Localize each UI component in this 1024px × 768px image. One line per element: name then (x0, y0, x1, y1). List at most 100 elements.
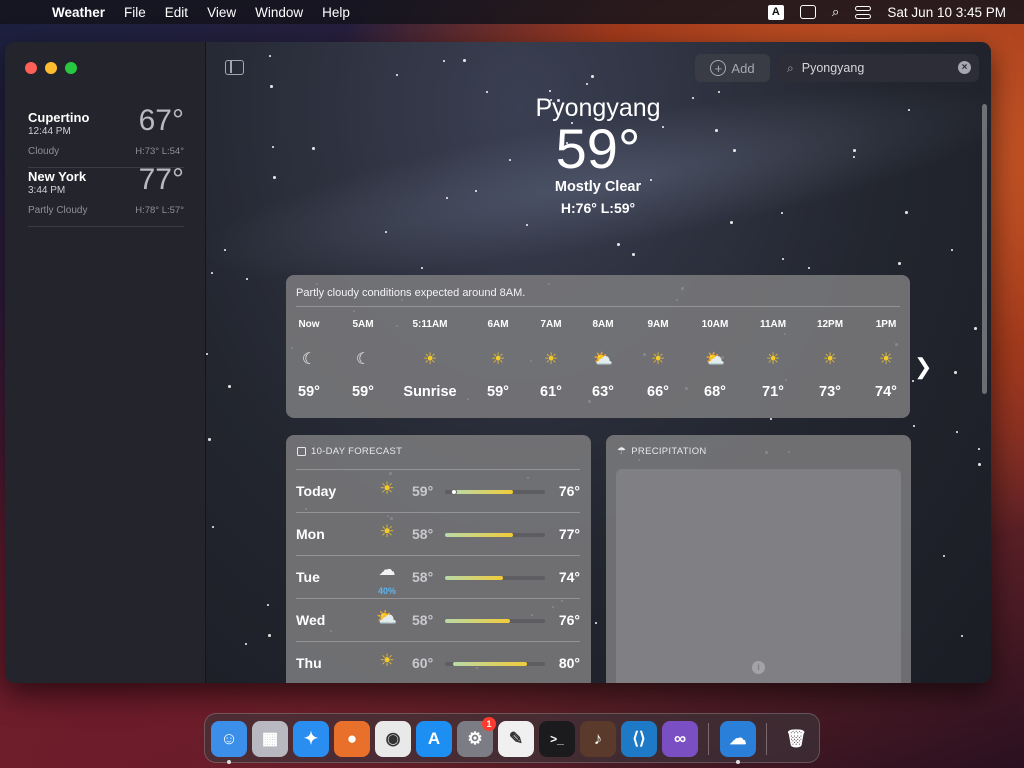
hourly-temp: 59° (352, 384, 374, 400)
precipitation-map[interactable] (616, 469, 901, 683)
hourly-time: 1PM (875, 319, 897, 330)
star (905, 211, 908, 214)
system-settings-icon[interactable]: ⚙ 1 (457, 717, 496, 757)
star (908, 109, 910, 111)
weather-icon[interactable]: ☁ (720, 721, 756, 757)
scroll-right-chevron-icon[interactable]: ❯ (914, 354, 932, 380)
hourly-temp: 59° (487, 384, 509, 400)
window-controls (25, 62, 77, 74)
add-location-button[interactable]: + Add (695, 54, 770, 82)
app-store-icon[interactable]: A (416, 721, 452, 757)
control-center-icon[interactable] (855, 5, 872, 19)
textedit-icon[interactable]: ✎ (498, 721, 534, 757)
hourly-temp: 59° (298, 384, 320, 400)
garageband-icon[interactable]: ♪ (580, 721, 616, 757)
clear-search-icon[interactable]: × (958, 61, 971, 74)
star (782, 258, 784, 260)
chrome-icon[interactable]: ◉ (375, 721, 411, 757)
menu-window[interactable]: Window (255, 5, 303, 20)
vscode-icon[interactable]: ⟨⟩ (621, 721, 657, 757)
forecast-row[interactable]: Wed ⛅ 58° 76° (296, 598, 580, 641)
ten-day-forecast-card[interactable]: 10-DAY FORECAST Today ☀ 59° 76° Mon ☀ 58° 77° Tu… (286, 435, 591, 683)
location-hilo: H:78° L:57° (135, 205, 184, 216)
star (943, 555, 945, 557)
safari-icon[interactable]: ✦ (293, 721, 329, 757)
hourly-forecast-card[interactable]: Partly cloudy conditions expected around… (286, 275, 910, 418)
current-conditions: Pyongyang 59° Mostly Clear H:76° L:59° (496, 94, 700, 216)
star (770, 418, 772, 420)
sidebar: Cupertino 12:44 PM 67° Cloudy H:73° L:54… (5, 42, 206, 683)
hourly-temp: 74° (875, 384, 897, 400)
hourly-item: 12PM ☀ 73° (800, 319, 860, 400)
temp-range-bar (445, 619, 545, 623)
star (733, 149, 736, 152)
forecast-low: 58° (412, 526, 434, 542)
menu-file[interactable]: File (124, 5, 146, 20)
forecast-row[interactable]: Tue ☁ 40% 58° 74° (296, 555, 580, 598)
running-indicator (736, 760, 740, 764)
sun-icon-glyph: ☀ (543, 351, 559, 368)
finder-icon[interactable]: ☺ (211, 721, 247, 757)
star (853, 156, 855, 158)
spotlight-search-icon[interactable]: ⌕ (832, 4, 840, 20)
forecast-day: Thu (296, 655, 322, 671)
search-input[interactable]: Pyongyang (802, 61, 865, 75)
sun-icon-glyph: ☀ (379, 479, 395, 498)
star (586, 83, 588, 85)
star (475, 190, 477, 192)
star (443, 60, 445, 62)
firefox-icon[interactable]: ● (334, 721, 370, 757)
star (212, 526, 214, 528)
location-temp: 77° (138, 163, 184, 196)
menu-app-name[interactable]: Weather (52, 5, 105, 20)
terminal-icon[interactable]: >_ (539, 721, 575, 757)
scrollbar[interactable] (982, 104, 987, 394)
location-item-cupertino[interactable]: Cupertino 12:44 PM 67° Cloudy H:73° L:54… (28, 104, 184, 168)
star (396, 74, 398, 76)
menu-clock[interactable]: Sat Jun 10 3:45 PM (887, 5, 1006, 20)
star (208, 438, 211, 441)
sun-icon-glyph: ☀ (379, 651, 395, 670)
star (913, 425, 915, 427)
hourly-time: 12PM (816, 319, 844, 330)
hourly-item: 7AM ☀ 61° (521, 319, 581, 400)
hourly-temp: 66° (647, 384, 669, 400)
star (853, 149, 856, 152)
sun-icon-glyph: ☀ (379, 522, 395, 541)
dock: ☺ ▦ ✦ ● ◉ A ⚙ 1 ✎ >_ ♪ ⟨⟩ ∞ ☁ 🗑 (204, 713, 820, 764)
star (486, 91, 488, 93)
menu-edit[interactable]: Edit (165, 5, 188, 20)
visual-studio-icon[interactable]: ∞ (662, 721, 698, 757)
menu-help[interactable]: Help (322, 5, 350, 20)
location-item-new-york[interactable]: New York 3:44 PM 77° Partly Cloudy H:78°… (28, 163, 184, 227)
forecast-row[interactable]: Thu ☀ 60° 80° (296, 641, 580, 683)
close-window-button[interactable] (25, 62, 37, 74)
hourly-time: 5:11AM (412, 319, 448, 330)
screen-mirroring-icon[interactable] (799, 5, 816, 19)
star (446, 197, 448, 199)
precipitation-card[interactable]: ☂ PRECIPITATION i (606, 435, 911, 683)
fullscreen-window-button[interactable] (65, 62, 77, 74)
menu-bar: Weather File Edit View Window Help A ⌕ S… (0, 0, 1024, 24)
hourly-temp: Sunrise (403, 384, 457, 400)
sidebar-toggle-icon[interactable] (225, 60, 244, 75)
forecast-high: 76° (558, 612, 580, 628)
moon-icon-glyph: ☾ (301, 351, 317, 368)
hourly-time: 9AM (647, 319, 669, 330)
search-field[interactable]: ⌕ Pyongyang × (778, 54, 979, 82)
forecast-row[interactable]: Mon ☀ 58° 77° (296, 512, 580, 555)
launchpad-icon[interactable]: ▦ (252, 721, 288, 757)
moon-icon-glyph: ☾ (355, 351, 371, 368)
current-condition: Mostly Clear (554, 179, 642, 195)
menu-view[interactable]: View (207, 5, 236, 20)
input-source-icon[interactable]: A (767, 4, 784, 20)
add-label: Add (731, 60, 755, 76)
sunrise-icon-glyph: ☀ (422, 351, 438, 368)
star (961, 635, 963, 637)
star (211, 272, 213, 274)
forecast-low: 60° (412, 655, 434, 671)
info-icon[interactable]: i (752, 661, 765, 674)
trash-icon[interactable]: 🗑 (778, 721, 814, 757)
minimize-window-button[interactable] (45, 62, 57, 74)
forecast-row[interactable]: Today ☀ 59° 76° (296, 469, 580, 512)
